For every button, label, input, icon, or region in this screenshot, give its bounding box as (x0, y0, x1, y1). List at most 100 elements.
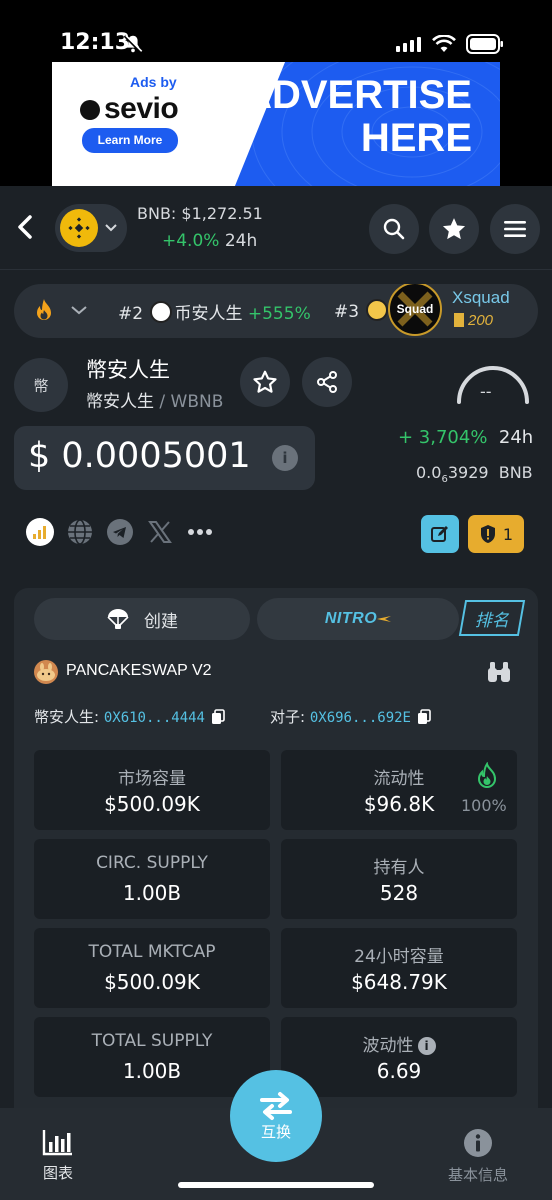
nitro-flame-icon (377, 616, 392, 622)
price-bnb-digits: 3929 (447, 463, 489, 482)
cellular-signal-icon (396, 37, 421, 52)
share-button[interactable] (302, 357, 352, 407)
sevio-logo-icon (80, 100, 100, 120)
bnb-price: BNB: $1,272.51 (137, 204, 263, 223)
ad-ads-by-label: Ads by (130, 74, 177, 90)
token-pair: 幣安人生 / WBNB (86, 387, 223, 412)
stat-label: TOTAL SUPPLY (91, 1031, 213, 1051)
search-button[interactable] (369, 204, 419, 254)
copy-icon[interactable] (417, 709, 431, 725)
token-address-link[interactable]: 0X610...4444 (104, 710, 205, 726)
stat-value: 6.69 (376, 1059, 422, 1083)
rocket-badge-icon (366, 299, 389, 321)
top-header: BNB: $1,272.51 +4.0% 24h (0, 186, 552, 270)
ad-brand-text: sevio (104, 92, 179, 125)
copy-icon[interactable] (211, 709, 225, 725)
chevron-down-icon[interactable] (70, 304, 88, 316)
chain-selector[interactable] (55, 204, 127, 252)
pair-address-link[interactable]: 0X696...692E (310, 710, 411, 726)
social-links (26, 518, 214, 546)
wifi-icon (432, 35, 456, 52)
tab-create[interactable]: 创建 (34, 598, 250, 640)
fire-icon[interactable] (32, 298, 56, 324)
ad-headline-line2: HERE (360, 116, 472, 160)
tab-nitro[interactable]: NITRO (257, 598, 459, 640)
trending-item-3-score: 200 (454, 312, 493, 329)
price-bnb-prefix: 0.0 (416, 463, 442, 482)
edit-button[interactable] (421, 515, 459, 553)
nav-info[interactable]: 基本信息 (438, 1128, 518, 1185)
xsquad-logo-text: Squad (396, 302, 434, 316)
swap-button[interactable]: 互换 (230, 1070, 322, 1162)
dex-name: PANCAKESWAP V2 (66, 662, 212, 679)
home-indicator (178, 1182, 374, 1188)
stat-value: 528 (379, 881, 419, 905)
trending-item-3-rank: #3 (334, 302, 360, 322)
price-change-value: + 3,704% (398, 427, 488, 448)
audit-count: 1 (502, 524, 514, 544)
token-name: 幣安人生 (86, 358, 170, 382)
ad-banner[interactable]: Ads by sevio Learn More ADVERTISE HERE (52, 62, 500, 186)
stat-label: 24小时容量 (354, 947, 444, 967)
nav-chart[interactable]: 图表 (18, 1128, 98, 1183)
binoculars-icon[interactable] (486, 660, 512, 684)
back-arrow-icon[interactable] (12, 211, 40, 243)
silent-bell-icon (123, 34, 143, 54)
trending-item-3-name: Xsquad (452, 288, 510, 307)
token-pair-separator: / (154, 392, 171, 412)
token-pair-quote: WBNB (170, 392, 224, 412)
trophy-icon (454, 313, 464, 327)
swap-arrows-icon (260, 1091, 292, 1120)
trending-item-3[interactable]: #3 (334, 299, 390, 322)
trending-item-2-rank: #2 (118, 304, 144, 324)
trending-item-2[interactable]: #2 币安人生 +555% (118, 299, 311, 324)
search-icon (383, 218, 405, 240)
ad-learn-more-button[interactable]: Learn More (82, 128, 178, 153)
flame-icon (477, 762, 497, 788)
stat-value: 1.00B (122, 1059, 182, 1083)
ad-headline: ADVERTISE HERE (243, 74, 472, 160)
share-icon (317, 371, 337, 393)
stat-label: 持有人 (373, 858, 425, 878)
more-dots-icon[interactable] (186, 518, 214, 546)
parachute-icon (107, 609, 129, 629)
liquidity-locked-percent: 100% (461, 796, 507, 815)
pair-address: 对子: 0X696...692E (270, 706, 431, 727)
bnb-change-value: +4.0% (162, 231, 220, 251)
stat-label: CIRC. SUPPLY (96, 853, 208, 873)
info-icon[interactable]: i (272, 445, 298, 471)
token-address: 幣安人生: 0X610...4444 (34, 706, 225, 727)
token-price: $ 0.0005001 (28, 436, 251, 476)
menu-button[interactable] (490, 204, 540, 254)
status-bar: 12:13 (0, 0, 552, 62)
dextools-icon[interactable] (26, 518, 54, 546)
price-change: + 3,704% 24h (398, 427, 533, 448)
ad-headline-line1: ADVERTISE (243, 73, 472, 117)
pancakeswap-logo-icon (34, 660, 58, 684)
trending-bar: #2 币安人生 +555% #3 Squad Xsquad 200 (14, 284, 538, 338)
telegram-icon[interactable] (106, 518, 134, 546)
bar-chart-icon (42, 1130, 72, 1156)
tab-rank[interactable]: 排名 (458, 600, 526, 636)
xsquad-logo[interactable]: Squad (388, 284, 442, 336)
ad-brand-logo: sevio (80, 92, 179, 126)
website-globe-icon[interactable] (66, 518, 94, 546)
score-gauge (457, 366, 529, 404)
bnb-coin-icon (60, 209, 98, 247)
price-box: $ 0.0005001 i (14, 426, 315, 490)
audit-button[interactable]: 1 (468, 515, 524, 553)
token-pair-base: 幣安人生 (86, 392, 154, 412)
hamburger-menu-icon (504, 221, 526, 237)
app-screen: BNB: $1,272.51 +4.0% 24h #2 币安人生 +555% #… (0, 186, 552, 1200)
gauge-value: -- (480, 382, 492, 401)
stat-value: $500.09K (104, 970, 200, 994)
info-icon[interactable]: i (417, 1037, 436, 1055)
stat-volatility: 波动性 i 6.69 (281, 1017, 517, 1097)
price-bnb-unit: BNB (498, 463, 533, 482)
favorite-token-button[interactable] (240, 357, 290, 407)
stat-label: 波动性 i (281, 1031, 517, 1056)
favorites-button[interactable] (429, 204, 479, 254)
stat-value: $648.79K (351, 970, 447, 994)
x-twitter-icon[interactable] (146, 518, 174, 546)
tab-nitro-label: NITRO (324, 610, 378, 627)
